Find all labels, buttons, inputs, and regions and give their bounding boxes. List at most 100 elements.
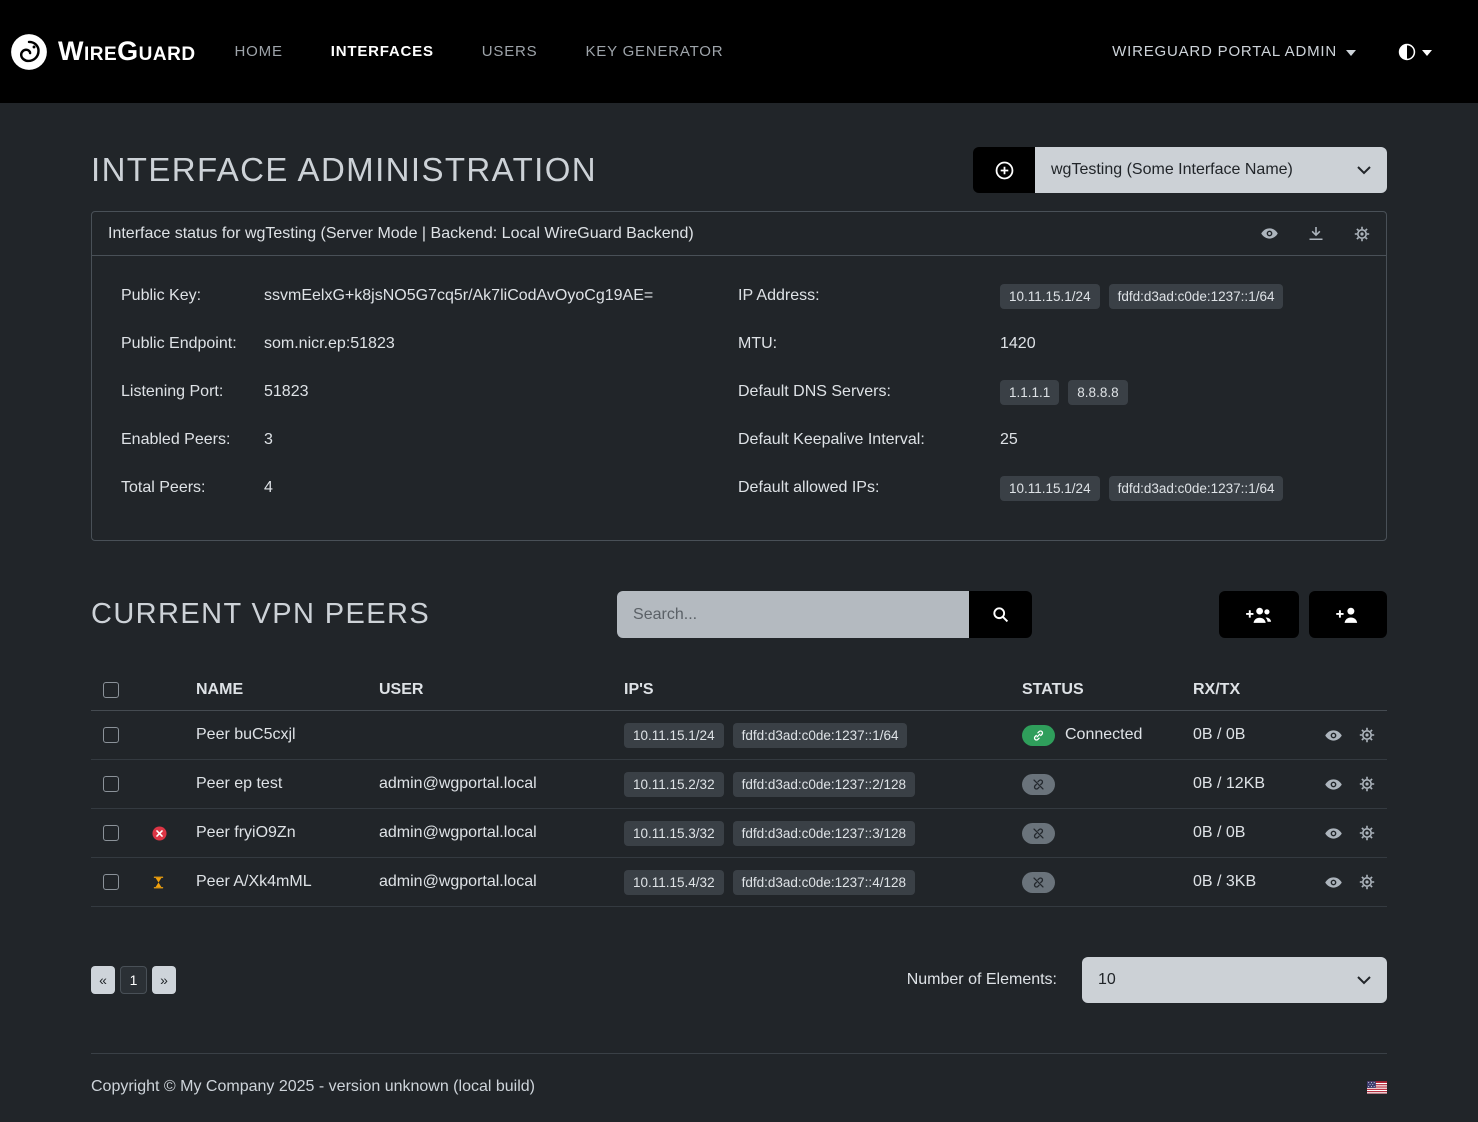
row-checkbox[interactable] bbox=[103, 727, 119, 743]
search-icon bbox=[992, 606, 1009, 623]
pagination-prev[interactable]: « bbox=[91, 966, 115, 994]
peer-ips: 10.11.15.4/32fdfd:d3ad:c0de:1237::4/128 bbox=[624, 870, 1022, 895]
field-label: Default allowed IPs: bbox=[738, 479, 1000, 497]
peer-rxtx: 0B / 12KB bbox=[1193, 775, 1307, 793]
ip-badge: 10.11.15.3/32 bbox=[624, 821, 724, 846]
ip-badge: fdfd:d3ad:c0de:1237::1/64 bbox=[1109, 476, 1284, 501]
peer-rxtx: 0B / 0B bbox=[1193, 726, 1307, 744]
link-slash-icon bbox=[1022, 774, 1055, 795]
ip-badge: 10.11.15.4/32 bbox=[624, 870, 724, 895]
hourglass-icon bbox=[152, 875, 165, 890]
users-plus-icon bbox=[1245, 606, 1272, 624]
peer-settings-gear-icon[interactable] bbox=[1359, 825, 1375, 841]
elements-select[interactable]: 10 bbox=[1082, 957, 1387, 1003]
field-value: ssvmEelxG+k8jsNO5G7cq5r/Ak7liCodAvOyoCg1… bbox=[264, 287, 653, 305]
peer-name[interactable]: Peer ep test bbox=[196, 775, 379, 793]
brand-text: WireGuard bbox=[58, 36, 196, 67]
ip-badge: fdfd:d3ad:c0de:1237::1/64 bbox=[733, 723, 908, 748]
copyright-text: Copyright © My Company 2025 - version un… bbox=[91, 1078, 535, 1096]
user-menu-label: WIREGUARD PORTAL ADMIN bbox=[1112, 43, 1337, 60]
peer-details-eye-icon[interactable] bbox=[1325, 828, 1342, 839]
peer-settings-gear-icon[interactable] bbox=[1359, 727, 1375, 743]
pagination-next[interactable]: » bbox=[152, 966, 176, 994]
peer-name[interactable]: Peer fryiO9Zn bbox=[196, 824, 379, 842]
field-label: IP Address: bbox=[738, 287, 1000, 305]
edit-interface-gear-icon[interactable] bbox=[1354, 226, 1370, 242]
row-checkbox[interactable] bbox=[103, 874, 119, 890]
x-circle-icon bbox=[152, 826, 167, 841]
add-multiple-peers-button[interactable] bbox=[1219, 591, 1299, 638]
peer-status bbox=[1022, 774, 1193, 795]
peer-name[interactable]: Peer buC5cxjl bbox=[196, 726, 379, 744]
theme-circle-half-icon bbox=[1398, 43, 1416, 61]
download-config-icon[interactable] bbox=[1308, 226, 1324, 242]
peer-settings-gear-icon[interactable] bbox=[1359, 874, 1375, 890]
user-menu-dropdown[interactable]: WIREGUARD PORTAL ADMIN bbox=[1112, 43, 1356, 60]
nav-item-key-generator[interactable]: KEY GENERATOR bbox=[585, 43, 723, 60]
field-value: som.nicr.ep:51823 bbox=[264, 335, 395, 353]
field-value: 1420 bbox=[1000, 335, 1036, 353]
peer-details-eye-icon[interactable] bbox=[1325, 779, 1342, 790]
add-peer-button[interactable] bbox=[1309, 591, 1387, 638]
field-label: Listening Port: bbox=[106, 383, 264, 401]
field-label: Public Key: bbox=[106, 287, 264, 305]
field-label: Public Endpoint: bbox=[106, 335, 264, 353]
ip-badge: 8.8.8.8 bbox=[1068, 380, 1127, 405]
nav-links: HOME INTERFACES USERS KEY GENERATOR bbox=[235, 43, 724, 60]
table-header-row: NAME USER IP'S STATUS RX/TX bbox=[91, 670, 1387, 711]
page-title: INTERFACE ADMINISTRATION bbox=[91, 151, 597, 189]
status-field: Default DNS Servers:1.1.1.18.8.8.8 bbox=[738, 368, 1370, 416]
link-icon bbox=[1022, 725, 1055, 746]
field-value: 3 bbox=[264, 431, 273, 449]
nav-item-home[interactable]: HOME bbox=[235, 43, 283, 60]
language-us-flag-icon[interactable] bbox=[1367, 1081, 1387, 1094]
peer-settings-gear-icon[interactable] bbox=[1359, 776, 1375, 792]
status-field: Public Endpoint:som.nicr.ep:51823 bbox=[106, 320, 738, 368]
field-label: Total Peers: bbox=[106, 479, 264, 497]
chevron-down-icon bbox=[1357, 166, 1371, 175]
field-label: Default DNS Servers: bbox=[738, 383, 1000, 401]
status-field: MTU:1420 bbox=[738, 320, 1370, 368]
peer-details-eye-icon[interactable] bbox=[1325, 877, 1342, 888]
field-value: 25 bbox=[1000, 431, 1018, 449]
search-input[interactable] bbox=[617, 591, 969, 638]
pagination: « 1 » bbox=[91, 966, 176, 994]
header-user: USER bbox=[379, 681, 624, 699]
row-checkbox[interactable] bbox=[103, 776, 119, 792]
status-column-right: IP Address: 10.11.15.1/24 fdfd:d3ad:c0de:1… bbox=[738, 272, 1370, 512]
row-checkbox[interactable] bbox=[103, 825, 119, 841]
search-button[interactable] bbox=[969, 591, 1032, 638]
select-all-checkbox[interactable] bbox=[103, 682, 119, 698]
elements-label: Number of Elements: bbox=[907, 971, 1057, 989]
peer-user: admin@wgportal.local bbox=[379, 873, 624, 891]
status-field: Default allowed IPs:10.11.15.1/24 fdfd:d3… bbox=[738, 464, 1370, 512]
nav-item-users[interactable]: USERS bbox=[482, 43, 538, 60]
peer-ips: 10.11.15.3/32fdfd:d3ad:c0de:1237::3/128 bbox=[624, 821, 1022, 846]
user-plus-icon bbox=[1335, 606, 1360, 624]
ip-badge: 10.11.15.1/24 bbox=[1000, 476, 1100, 501]
peer-status: Connected bbox=[1022, 725, 1193, 746]
header-status: STATUS bbox=[1022, 681, 1193, 699]
header-rxtx: RX/TX bbox=[1193, 681, 1307, 699]
field-value: 10.11.15.1/24 fdfd:d3ad:c0de:1237::1/64 bbox=[1000, 476, 1292, 501]
peer-name[interactable]: Peer A/Xk4mML bbox=[196, 873, 379, 891]
wireguard-logo-icon bbox=[10, 33, 48, 71]
brand-logo[interactable]: WireGuard bbox=[10, 33, 196, 71]
view-config-eye-icon[interactable] bbox=[1261, 228, 1278, 239]
peer-details-eye-icon[interactable] bbox=[1325, 730, 1342, 741]
pagination-page-1[interactable]: 1 bbox=[120, 966, 147, 994]
ip-badge: 10.11.15.2/32 bbox=[624, 772, 724, 797]
nav-item-interfaces[interactable]: INTERFACES bbox=[331, 43, 434, 60]
interface-select[interactable]: wgTesting (Some Interface Name) bbox=[1035, 147, 1387, 193]
peer-user: admin@wgportal.local bbox=[379, 824, 624, 842]
peer-status bbox=[1022, 872, 1193, 893]
field-label: Enabled Peers: bbox=[106, 431, 264, 449]
header-ips: IP'S bbox=[624, 681, 1022, 699]
add-interface-button[interactable] bbox=[973, 147, 1035, 193]
status-field: Listening Port:51823 bbox=[106, 368, 738, 416]
peers-table: NAME USER IP'S STATUS RX/TX Peer buC5cxj… bbox=[91, 670, 1387, 907]
field-label: MTU: bbox=[738, 335, 1000, 353]
navbar: WireGuard HOME INTERFACES USERS KEY GENERAT… bbox=[0, 0, 1478, 103]
peer-ips: 10.11.15.1/24fdfd:d3ad:c0de:1237::1/64 bbox=[624, 723, 1022, 748]
theme-toggle-dropdown[interactable] bbox=[1398, 43, 1432, 61]
